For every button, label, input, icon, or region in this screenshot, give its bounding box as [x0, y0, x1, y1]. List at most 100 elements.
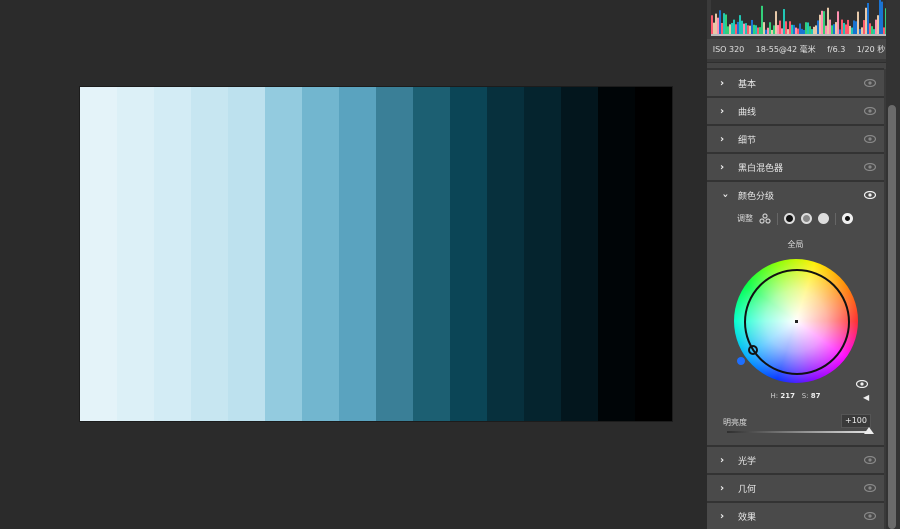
color-stripe	[80, 87, 117, 421]
shadows-button[interactable]	[784, 213, 795, 224]
color-wheel-handle[interactable]	[748, 345, 758, 355]
histogram-bar	[733, 19, 735, 34]
eye-icon[interactable]	[855, 373, 869, 392]
histogram-bar	[741, 20, 743, 34]
color-stripe	[154, 87, 191, 421]
chevron-right-icon: ›	[720, 454, 725, 466]
histogram-bar	[757, 27, 759, 34]
histogram-bar	[883, 27, 885, 34]
section-label: 细节	[738, 135, 757, 146]
histogram-bar	[879, 0, 881, 34]
histogram-bar	[863, 20, 865, 34]
photo-preview[interactable]	[80, 87, 672, 421]
global-button[interactable]	[842, 213, 853, 224]
histogram-bar	[825, 25, 827, 34]
eye-icon[interactable]	[864, 163, 876, 171]
histogram-bar	[781, 28, 783, 34]
histogram-bar	[829, 19, 831, 34]
histogram-bar	[727, 26, 729, 34]
section-label: 几何	[738, 484, 757, 495]
section-bw-mixer[interactable]: › 黑白混色器	[707, 152, 884, 180]
histogram-bar	[711, 15, 713, 34]
histogram-bar	[873, 29, 875, 34]
exif-info-bar: ISO 320 18-55@42 毫米 f/6.3 1/20 秒	[707, 39, 891, 59]
global-label: 全局	[787, 240, 804, 249]
histogram-bar	[753, 24, 755, 34]
histogram-bar	[835, 22, 837, 34]
histogram-bar	[761, 5, 763, 34]
section-geometry[interactable]: › 几何	[707, 473, 884, 501]
luminance-slider[interactable]	[727, 431, 871, 433]
midtones-button[interactable]	[801, 213, 812, 224]
section-curves[interactable]: › 曲线	[707, 96, 884, 124]
color-stripe	[302, 87, 339, 421]
histogram-bar	[831, 25, 833, 34]
eye-icon[interactable]	[864, 512, 876, 520]
luminance-slider-thumb[interactable]	[864, 427, 874, 434]
histogram-bar	[731, 22, 733, 34]
histogram-bar	[747, 25, 749, 34]
histogram-bar	[787, 29, 789, 34]
histogram-bar	[773, 25, 775, 34]
exif-aperture: f/6.3	[827, 44, 846, 54]
eye-icon[interactable]	[864, 79, 876, 87]
histogram-bar	[867, 2, 869, 34]
color-wheel[interactable]	[734, 259, 858, 383]
histogram-bar	[843, 22, 845, 34]
color-stripe	[228, 87, 265, 421]
histogram-bar	[789, 21, 791, 34]
adjust-label: 调整	[737, 214, 753, 223]
eye-icon[interactable]	[864, 484, 876, 492]
three-way-icon[interactable]	[759, 209, 771, 228]
histogram-bar	[803, 29, 805, 34]
histogram-bar	[819, 14, 821, 34]
histogram-bar	[851, 27, 853, 34]
expand-triangle-icon[interactable]: ◀	[863, 393, 869, 402]
eye-icon[interactable]	[864, 191, 876, 199]
hue-swatch[interactable]	[737, 357, 745, 365]
section-label: 黑白混色器	[738, 163, 784, 174]
histogram-bar	[715, 13, 717, 34]
exif-iso: ISO 320	[712, 44, 745, 54]
histogram-bar	[865, 7, 867, 34]
histogram-bar	[791, 24, 793, 34]
section-detail[interactable]: › 细节	[707, 124, 884, 152]
eye-icon[interactable]	[864, 107, 876, 115]
section-color-grading: › 颜色分级 调整 全局 H: 217 S: 87 ◀ 明亮度 +100	[707, 180, 884, 445]
histogram-bar	[735, 24, 737, 34]
histogram-bar	[813, 26, 815, 34]
color-stripe	[524, 87, 561, 421]
chevron-right-icon: ›	[720, 133, 725, 145]
histogram-bar	[749, 25, 751, 34]
histogram-bar	[725, 14, 727, 34]
luminance-input[interactable]: +100	[841, 414, 871, 428]
eye-icon[interactable]	[864, 456, 876, 464]
color-stripe	[191, 87, 228, 421]
color-grading-header[interactable]: › 颜色分级	[707, 182, 884, 208]
histogram-bar	[853, 20, 855, 34]
histogram-bar	[875, 19, 877, 34]
histogram-bar	[795, 27, 797, 34]
histogram-bar	[745, 23, 747, 34]
color-stripe	[598, 87, 635, 421]
exif-lens: 18-55@42 毫米	[755, 44, 816, 54]
scrollbar-thumb[interactable]	[888, 105, 896, 529]
section-basic[interactable]: › 基本	[707, 68, 884, 96]
histogram-bar	[799, 23, 801, 34]
color-stripe	[635, 87, 672, 421]
section-effects[interactable]: › 效果	[707, 501, 884, 529]
section-optics[interactable]: › 光学	[707, 445, 884, 473]
eye-icon[interactable]	[864, 135, 876, 143]
histogram-bar	[769, 22, 771, 34]
histogram-bar	[723, 13, 725, 34]
histogram-bar	[855, 21, 857, 34]
highlights-button[interactable]	[818, 213, 829, 224]
histogram-bar	[861, 27, 863, 34]
sat-label: S:	[801, 392, 809, 400]
histogram-bar	[751, 19, 753, 34]
histogram-bar	[845, 24, 847, 34]
chevron-right-icon: ›	[720, 105, 725, 117]
hue-saturation-readout: H: 217 S: 87	[707, 392, 884, 400]
histogram-bar	[837, 11, 839, 34]
histogram-bar	[785, 21, 787, 34]
